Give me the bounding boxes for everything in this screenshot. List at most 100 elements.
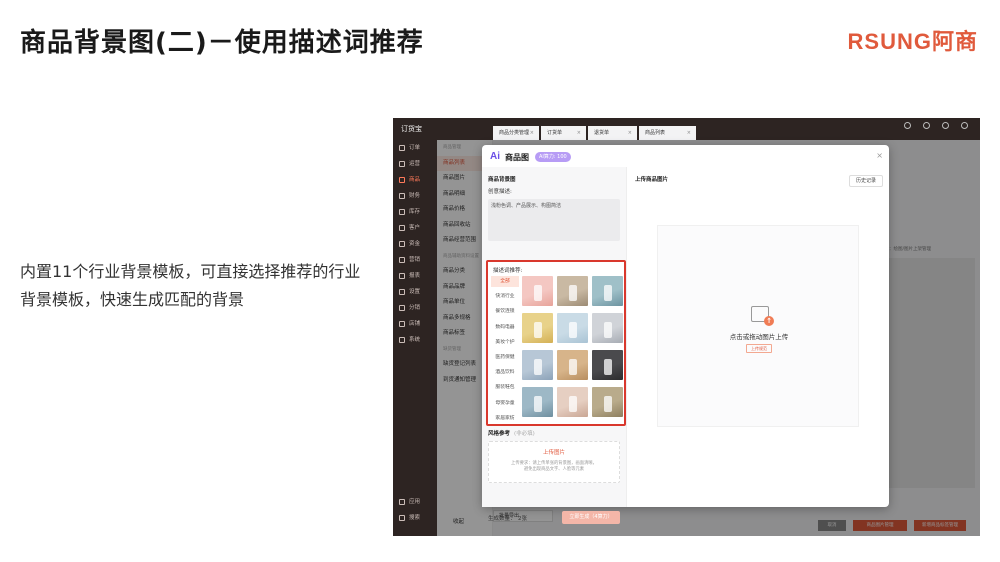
close-icon[interactable]: × [687,126,691,140]
product-shape [569,396,577,412]
category-item[interactable]: 餐饮连锁 [491,306,519,317]
sidebar-item-label: 商品 [409,177,421,183]
sidebar-item-label: 客户 [409,225,421,231]
sidebar-item[interactable]: 分销 [393,300,437,316]
left-panel: 商品背景图 创意描述: 浅粉色调、产品展示、构图简洁 描述词推荐: 全部 快消行业… [482,167,627,524]
sidebar-bottom-item[interactable]: 搜索 [393,510,437,526]
category-item[interactable]: 美妆个护 [491,337,519,348]
sidebar-item-label: 分销 [409,305,421,311]
description-input[interactable]: 浅粉色调、产品展示、构图简洁 [488,199,620,241]
style-upload-label: 上传图片 [542,450,565,456]
sidebar-item-label: 订单 [409,145,421,151]
category-item[interactable]: 数码电器 [491,322,519,333]
background-template-thumbnail[interactable] [557,276,588,306]
user-icon[interactable] [961,122,968,129]
sidebar-item[interactable]: 商品 [393,172,437,188]
refresh-icon[interactable] [904,122,911,129]
nav-icon [399,209,405,215]
slide-description: 内置11个行业背景模板，可直接选择推荐的行业背景模板，快速生成匹配的背景 [20,262,361,309]
section-title: 商品背景图 [488,177,516,183]
brand-logo: RSUNG阿商 [847,29,978,54]
sidebar-item[interactable]: 报表 [393,268,437,284]
background-template-thumbnail[interactable] [522,387,553,417]
sidebar-item-label: 设置 [409,289,421,295]
style-upload-area[interactable]: 上传图片 上传要求：请上传单张的背景图，画面清晰， 避免出现商品文字、人脸等元素 [488,441,620,483]
sidebar-item-label: 搜索 [409,515,421,521]
nav-icon [399,161,405,167]
category-item[interactable]: 酒品饮料 [491,367,519,378]
nav-icon [399,337,405,343]
style-optional: (非必填) [514,431,535,437]
history-button[interactable]: 历史记录 [848,175,883,187]
main-sidebar: 订货宝 订单运营商品财务库存客户资金营销 报表设置分销店铺 系统 应用搜索 [393,118,437,536]
keywords-label: 描述词推荐: [493,268,523,274]
count-select[interactable]: 2张 [518,514,527,522]
notification-icon[interactable] [923,122,930,129]
nav-icon [399,305,405,311]
category-item[interactable]: 服装鞋包 [491,382,519,393]
sidebar-item[interactable]: 资金 [393,236,437,252]
background-template-thumbnail[interactable] [557,350,588,380]
top-tab[interactable]: 商品列表 × [639,126,696,140]
generate-button[interactable]: 立即生成（4算力） [562,511,620,524]
close-icon[interactable]: × [577,126,581,140]
background-template-thumbnail[interactable] [557,387,588,417]
background-template-thumbnail[interactable] [592,276,623,306]
app-brand: 订货宝 [401,125,422,133]
top-tab[interactable]: 退货单 × [588,126,637,140]
nav-icon [399,499,405,505]
nav-icon [399,321,405,327]
help-icon[interactable] [942,122,949,129]
count-label: 生成数量： [488,516,516,522]
background-template-thumbnail[interactable] [592,313,623,343]
close-icon[interactable]: × [876,151,883,160]
category-item[interactable]: 母婴孕童 [491,398,519,409]
sidebar-item[interactable]: 订单 [393,140,437,156]
product-shape [569,285,577,301]
top-tab[interactable]: 订货单 × [541,126,586,140]
product-shape [569,359,577,375]
image-drop-zone[interactable]: ↑ 点击或拖动图片上传 上传规范 [657,225,859,427]
sidebar-item[interactable]: 客户 [393,220,437,236]
sidebar-item[interactable]: 系统 [393,332,437,348]
sidebar-item-label: 库存 [409,209,421,215]
sidebar-item[interactable]: 营销 [393,252,437,268]
nav-icon [399,177,405,183]
product-shape [604,396,612,412]
upload-spec-tag[interactable]: 上传规范 [746,344,772,353]
sidebar-item-label: 应用 [409,499,421,505]
sidebar-item-label: 资金 [409,241,421,247]
style-label: 风格参考 [488,431,511,437]
ai-icon: Ai [490,151,500,162]
background-template-thumbnail[interactable] [557,313,588,343]
category-item[interactable]: 医药保健 [491,352,519,363]
product-shape [569,322,577,338]
nav-icon [399,515,405,521]
close-icon[interactable]: × [530,126,534,140]
background-template-thumbnail[interactable] [592,350,623,380]
background-template-thumbnail[interactable] [522,276,553,306]
background-template-thumbnail[interactable] [522,313,553,343]
close-icon[interactable]: × [628,126,632,140]
sidebar-item[interactable]: 库存 [393,204,437,220]
background-template-thumbnail[interactable] [592,387,623,417]
category-item[interactable]: 快消行业 [491,291,519,302]
sidebar-bottom-item[interactable]: 应用 [393,494,437,510]
upload-title: 上传商品图片 [635,177,669,183]
sidebar-item-label: 财务 [409,193,421,199]
category-item[interactable]: 全部 [491,276,519,287]
tab-label: 商品分类管理 [499,130,530,136]
sidebar-item-label: 运营 [409,161,421,167]
sidebar-item[interactable]: 运营 [393,156,437,172]
upload-arrow-icon: ↑ [764,316,774,326]
sidebar-item[interactable]: 财务 [393,188,437,204]
tab-label: 商品列表 [645,130,666,136]
category-item[interactable]: 家居家纺 [491,413,519,424]
background-template-thumbnail[interactable] [522,350,553,380]
right-panel: 上传商品图片 历史记录 ↑ 点击或拖动图片上传 上传规范 [627,167,889,507]
style-hint-2: 避免出现商品文字、人脸等元素 [523,467,585,472]
nav-icon [399,257,405,263]
top-tab[interactable]: 商品分类管理 × [493,126,539,140]
sidebar-item[interactable]: 店铺 [393,316,437,332]
sidebar-item[interactable]: 设置 [393,284,437,300]
